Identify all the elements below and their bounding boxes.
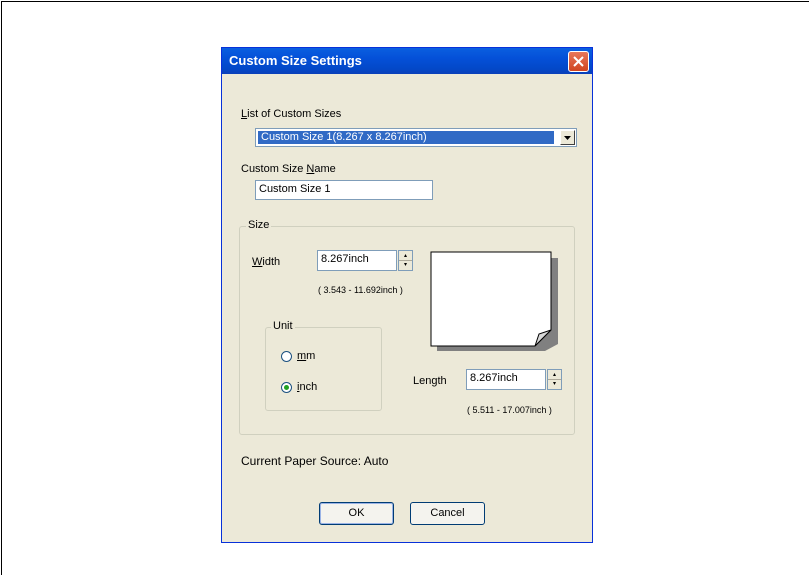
length-input[interactable]: 8.267inch <box>466 369 546 390</box>
dialog-title: Custom Size Settings <box>229 53 362 68</box>
unit-group: Unit <box>265 320 382 411</box>
arrow-up-icon <box>404 254 407 257</box>
close-icon <box>573 56 584 67</box>
unit-inch-radio[interactable] <box>281 382 292 393</box>
length-up-button[interactable] <box>548 370 561 380</box>
custom-name-label: Custom Size Name <box>241 163 336 175</box>
ok-button[interactable]: OK <box>319 502 394 525</box>
size-legend: Size <box>246 219 272 231</box>
width-up-button[interactable] <box>399 251 412 261</box>
unit-legend: Unit <box>271 320 295 332</box>
unit-inch-label: inch <box>297 381 318 393</box>
arrow-down-icon <box>404 263 407 266</box>
arrow-up-icon <box>553 373 556 376</box>
length-range: ( 5.511 - 17.007inch ) <box>467 405 552 415</box>
width-down-button[interactable] <box>399 261 412 270</box>
length-label: Length <box>413 375 447 387</box>
arrow-down-icon <box>553 382 556 385</box>
width-input[interactable]: 8.267inch <box>317 250 397 271</box>
title-bar[interactable]: Custom Size Settings <box>222 48 592 74</box>
custom-name-input[interactable]: Custom Size 1 <box>255 180 433 200</box>
paper-source-text: Current Paper Source: Auto <box>241 454 389 468</box>
close-button[interactable] <box>568 51 589 72</box>
cancel-button[interactable]: Cancel <box>410 502 485 525</box>
unit-mm-radio[interactable] <box>281 351 292 362</box>
length-spinner[interactable] <box>547 369 562 390</box>
width-range: ( 3.543 - 11.692inch ) <box>318 285 403 295</box>
custom-sizes-dropdown[interactable]: Custom Size 1(8.267 x 8.267inch) <box>255 128 577 147</box>
radio-selected-dot <box>284 385 289 390</box>
length-down-button[interactable] <box>548 380 561 389</box>
width-label: Width <box>252 256 281 268</box>
width-spinner[interactable] <box>398 250 413 271</box>
custom-sizes-label: List of Custom Sizes <box>241 108 342 120</box>
unit-mm-label: mm <box>297 350 316 362</box>
dropdown-button[interactable] <box>560 130 575 145</box>
custom-sizes-selected: Custom Size 1(8.267 x 8.267inch) <box>258 131 554 144</box>
paper-preview-icon <box>430 251 558 351</box>
chevron-down-icon <box>564 136 571 140</box>
custom-size-dialog: Custom Size Settings List of Custom Size… <box>221 47 593 543</box>
